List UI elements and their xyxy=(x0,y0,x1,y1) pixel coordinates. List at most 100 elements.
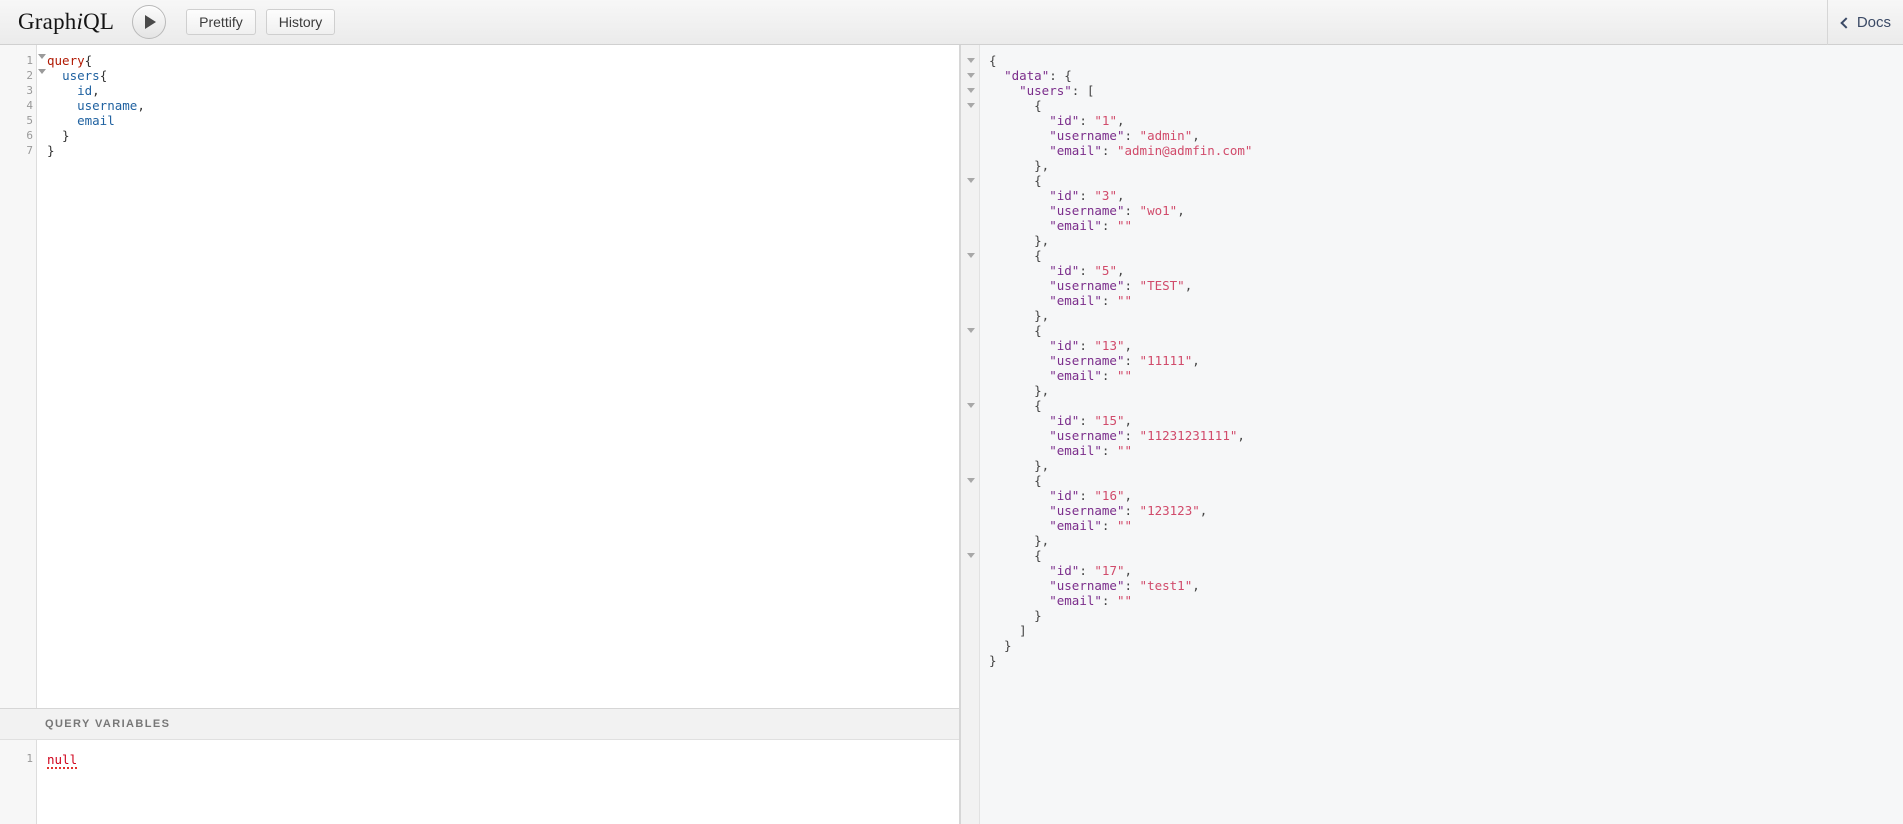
result-gutter-row xyxy=(961,53,979,68)
result-gutter-row xyxy=(961,458,979,473)
result-gutter-row xyxy=(961,503,979,518)
json-string-value: "admin" xyxy=(1139,128,1193,143)
fold-triangle-icon[interactable] xyxy=(967,328,975,333)
result-gutter-row xyxy=(961,353,979,368)
query-code-line: } xyxy=(47,128,70,143)
query-variables-header[interactable]: QUERY VARIABLES xyxy=(0,708,959,740)
result-gutter-row xyxy=(961,653,979,668)
docs-button[interactable]: Docs xyxy=(1840,14,1891,31)
toolbar-divider xyxy=(1826,0,1828,45)
variables-gutter: 1 xyxy=(0,740,37,824)
play-icon xyxy=(145,15,157,29)
fold-triangle-icon[interactable] xyxy=(967,88,975,93)
prettify-button[interactable]: Prettify xyxy=(186,9,256,35)
result-gutter-row xyxy=(961,638,979,653)
result-gutter-row xyxy=(961,548,979,563)
json-key: "email" xyxy=(1049,368,1102,383)
result-code-line: "email": "admin@admfin.com" xyxy=(1049,143,1253,158)
result-code-line: }, xyxy=(989,533,1050,548)
result-code-line: }, xyxy=(989,383,1050,398)
result-code-line: "email": "" xyxy=(1049,368,1133,383)
fold-triangle-icon[interactable] xyxy=(967,553,975,558)
result-gutter-row xyxy=(961,233,979,248)
result-gutter-row xyxy=(961,218,979,233)
json-key: "username" xyxy=(1049,128,1125,143)
result-gutter-row xyxy=(961,113,979,128)
result-gutter-row xyxy=(961,188,979,203)
graphql-field: id xyxy=(77,83,93,98)
result-gutter-row xyxy=(961,248,979,263)
json-key: "email" xyxy=(1049,518,1102,533)
json-key: "username" xyxy=(1049,353,1125,368)
result-gutter-row xyxy=(961,173,979,188)
query-code-line: } xyxy=(47,143,55,158)
fold-triangle-icon[interactable] xyxy=(967,403,975,408)
fold-triangle-icon[interactable] xyxy=(967,178,975,183)
result-code-line: "id": "5", xyxy=(1049,263,1125,278)
query-line-number: 1 xyxy=(0,53,46,68)
result-code-line: { xyxy=(989,323,1042,338)
query-editor[interactable]: 123 4 5 6 7 query{ users{ id, username, emai… xyxy=(0,45,959,708)
fold-triangle-icon[interactable] xyxy=(38,54,46,59)
variables-code[interactable]: null xyxy=(37,740,959,824)
result-code-line: ] xyxy=(989,623,1027,638)
result-code-line: "id": "17", xyxy=(1049,563,1133,578)
result-viewer-code: { "data": { "users": [ { "id": "1", "use… xyxy=(980,45,1903,824)
result-code-line: "users": [ xyxy=(1019,83,1095,98)
result-gutter-row xyxy=(961,293,979,308)
result-code-line: "email": "" xyxy=(1049,443,1133,458)
execute-query-button[interactable] xyxy=(132,5,167,39)
query-line-number: 5 xyxy=(26,114,33,127)
json-key: "username" xyxy=(1049,428,1125,443)
json-string-value: "3" xyxy=(1094,188,1117,203)
result-gutter-row xyxy=(961,338,979,353)
json-string-value: "15" xyxy=(1094,413,1125,428)
fold-triangle-icon[interactable] xyxy=(38,69,46,74)
result-code-line: { xyxy=(989,173,1042,188)
result-code-line: { xyxy=(989,398,1042,413)
result-code-line: "username": "wo1", xyxy=(1049,203,1185,218)
fold-triangle-icon[interactable] xyxy=(967,58,975,63)
json-string-value: "" xyxy=(1116,593,1133,608)
result-gutter-row xyxy=(961,608,979,623)
result-gutter-row xyxy=(961,413,979,428)
result-code-line: }, xyxy=(989,308,1050,323)
result-code-line: "id": "3", xyxy=(1049,188,1125,203)
result-code-line: "id": "15", xyxy=(1049,413,1133,428)
result-code-line: }, xyxy=(989,458,1050,473)
json-string-value: "TEST" xyxy=(1139,278,1185,293)
json-string-value: "test1" xyxy=(1139,578,1193,593)
result-code-line: { xyxy=(989,248,1042,263)
query-line-number: 2 xyxy=(0,68,46,83)
query-editor-code[interactable]: query{ users{ id, username, email }} xyxy=(37,45,959,708)
history-button[interactable]: History xyxy=(265,9,336,35)
json-string-value: "admin@admfin.com" xyxy=(1116,143,1253,158)
query-line-number: 3 xyxy=(26,84,33,97)
query-variables-editor[interactable]: 1 null xyxy=(0,740,959,824)
json-key: "username" xyxy=(1049,278,1125,293)
json-string-value: "" xyxy=(1116,443,1133,458)
result-gutter-row xyxy=(961,128,979,143)
result-gutter-row xyxy=(961,383,979,398)
result-gutter-row xyxy=(961,428,979,443)
json-key: "users" xyxy=(1019,83,1072,98)
fold-triangle-icon[interactable] xyxy=(967,253,975,258)
result-gutter-row xyxy=(961,68,979,83)
query-line-number: 4 xyxy=(26,99,33,112)
fold-triangle-icon[interactable] xyxy=(967,478,975,483)
result-gutter-row xyxy=(961,533,979,548)
result-code-line: } xyxy=(989,653,997,668)
result-gutter-row xyxy=(961,143,979,158)
result-gutter-row xyxy=(961,623,979,638)
json-string-value: "17" xyxy=(1094,563,1125,578)
json-string-value: "" xyxy=(1116,518,1133,533)
json-key: "id" xyxy=(1049,413,1080,428)
result-gutter-row xyxy=(961,278,979,293)
result-code-line: "id": "16", xyxy=(1049,488,1133,503)
fold-triangle-icon[interactable] xyxy=(967,103,975,108)
result-gutter-row xyxy=(961,158,979,173)
chevron-left-icon xyxy=(1840,16,1852,29)
result-code-line: "username": "test1", xyxy=(1049,578,1200,593)
fold-triangle-icon[interactable] xyxy=(967,73,975,78)
query-line-number: 6 xyxy=(26,129,33,142)
